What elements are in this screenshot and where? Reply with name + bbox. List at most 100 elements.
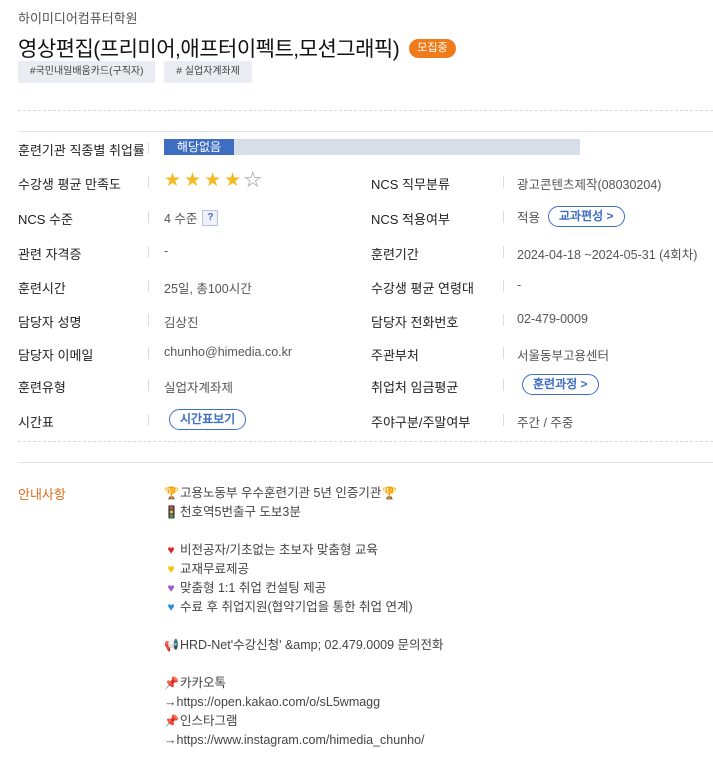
dept-label: 주관부처 bbox=[371, 348, 419, 363]
star-empty-icon: ★ bbox=[244, 170, 262, 191]
separator bbox=[503, 211, 504, 223]
age-label: 수강생 평균 연령대 bbox=[371, 281, 474, 296]
megaphone-icon: 📢 bbox=[164, 638, 179, 652]
period-label: 훈련기간 bbox=[371, 247, 419, 262]
employment-rate-bar: 해당없음 bbox=[164, 139, 580, 155]
star-filled-icon: ★ bbox=[184, 170, 202, 191]
star-filled-icon: ★ bbox=[164, 170, 182, 191]
hours-label: 훈련시간 bbox=[18, 281, 66, 296]
notice-line: →https://www.instagram.com/himedia_chunh… bbox=[164, 731, 444, 750]
daynight-value: 주간 / 주중 bbox=[517, 416, 574, 430]
status-badge: 모집중 bbox=[409, 38, 456, 58]
wage: 훈련과정 > bbox=[522, 374, 599, 395]
manager-label: 담당자 성명 bbox=[18, 315, 82, 330]
separator bbox=[503, 379, 504, 391]
notice-text: →https://www.instagram.com/himedia_chunh… bbox=[164, 733, 425, 747]
notice-line: 📢 HRD-Net'수강신청' &amp; 02.479.0009 문의전화 bbox=[164, 636, 444, 655]
ncs-level-value: 4 수준 bbox=[164, 212, 198, 226]
yellow-heart-icon: ♥ bbox=[167, 562, 175, 576]
phone-value: 02-479-0009 bbox=[517, 312, 588, 326]
blue-heart-icon: ♥ bbox=[167, 600, 175, 614]
divider bbox=[18, 110, 713, 111]
divider bbox=[18, 131, 713, 132]
ncs-level: 4 수준 ? bbox=[164, 208, 219, 227]
notice-text: 천호역5번출구 도보3분 bbox=[180, 505, 301, 519]
curriculum-button[interactable]: 교과편성 > bbox=[548, 206, 625, 227]
separator bbox=[503, 280, 504, 292]
type-label: 훈련유형 bbox=[18, 380, 66, 395]
notice-text: 수료 후 취업지원(협약기업을 통한 취업 연계) bbox=[180, 600, 413, 614]
course-button[interactable]: 훈련과정 > bbox=[522, 374, 599, 395]
purple-heart-icon: ♥ bbox=[167, 581, 175, 595]
tag-card: #국민내일배움카드(구직자) bbox=[18, 61, 156, 83]
ncs-category-value: 광고콘텐츠제작(08030204) bbox=[517, 178, 662, 192]
red-heart-icon: ♥ bbox=[167, 543, 175, 557]
trophy-icon: 🏆 bbox=[164, 486, 179, 500]
type-value: 실업자계좌제 bbox=[164, 381, 234, 395]
pushpin-icon: 📌 bbox=[164, 714, 179, 728]
hours-value: 25일, 총100시간 bbox=[164, 282, 252, 296]
notice-text: →https://open.kakao.com/o/sL5wmagg bbox=[164, 695, 381, 709]
notice-text: 교재무료제공 bbox=[180, 562, 250, 576]
separator bbox=[148, 379, 149, 391]
notice-text: 비전공자/기초없는 초보자 맞춤형 교육 bbox=[180, 543, 378, 557]
schedule-label: 시간표 bbox=[18, 415, 54, 430]
age-value: - bbox=[517, 278, 522, 292]
cert-label: 관련 자격증 bbox=[18, 247, 82, 262]
notice-line: ♥ 교재무료제공 bbox=[164, 560, 444, 579]
separator bbox=[503, 246, 504, 258]
notice-line: 🏆 고용노동부 우수훈련기관 5년 인증기관 🏆 bbox=[164, 484, 444, 503]
notice-text: 카카오톡 bbox=[180, 676, 227, 690]
period-value: 2024-04-18 ~2024-05-31 (4회차) bbox=[517, 248, 698, 262]
ncs-apply: 적용 교과편성 > bbox=[517, 206, 625, 227]
schedule-button[interactable]: 시간표보기 bbox=[169, 409, 247, 430]
notice-line: 📌 인스타그램 bbox=[164, 712, 444, 731]
course-title: 영상편집(프리미어,애프터이펙트,모션그래픽) bbox=[18, 38, 400, 61]
title-row: 영상편집(프리미어,애프터이펙트,모션그래픽) 모집중 bbox=[18, 33, 456, 63]
star-filled-icon: ★ bbox=[224, 170, 242, 191]
dept-value: 서울동부고용센터 bbox=[517, 349, 610, 363]
manager-value: 김상진 bbox=[164, 316, 199, 330]
separator bbox=[148, 246, 149, 258]
star-rating: ★ ★ ★ ★ ★ bbox=[164, 170, 262, 191]
satisfaction-label: 수강생 평균 만족도 bbox=[18, 177, 121, 192]
separator bbox=[148, 211, 149, 223]
notice-text: 맞춤형 1:1 취업 컨설팅 제공 bbox=[180, 581, 327, 595]
separator bbox=[148, 314, 149, 326]
notice-line: 📌 카카오톡 bbox=[164, 674, 444, 693]
separator bbox=[503, 347, 504, 359]
ncs-apply-label: NCS 적용여부 bbox=[371, 212, 450, 227]
separator bbox=[148, 142, 149, 154]
notice-line: ♥ 수료 후 취업지원(협약기업을 통한 취업 연계) bbox=[164, 598, 444, 617]
schedule: 시간표보기 bbox=[169, 409, 247, 430]
help-icon[interactable]: ? bbox=[202, 209, 219, 226]
separator bbox=[148, 414, 149, 426]
notice-spacer bbox=[164, 655, 444, 674]
notice-line: 🚦 천호역5번출구 도보3분 bbox=[164, 503, 444, 522]
phone-label: 담당자 전화번호 bbox=[371, 315, 459, 330]
separator bbox=[503, 414, 504, 426]
notice-text: 인스타그램 bbox=[180, 714, 238, 728]
tag-account: # 실업자계좌제 bbox=[164, 61, 252, 83]
divider bbox=[18, 462, 713, 463]
email-label: 담당자 이메일 bbox=[18, 348, 94, 363]
trophy-icon: 🏆 bbox=[382, 486, 398, 500]
notice-spacer bbox=[164, 617, 444, 636]
notice-line: ♥ 맞춤형 1:1 취업 컨설팅 제공 bbox=[164, 579, 444, 598]
divider bbox=[18, 441, 713, 442]
cert-value: - bbox=[164, 244, 169, 258]
notice-content: 🏆 고용노동부 우수훈련기관 5년 인증기관 🏆 🚦 천호역5번출구 도보3분 ♥ 비전공자… bbox=[164, 484, 444, 750]
satisfaction-rating: ★ ★ ★ ★ ★ bbox=[164, 170, 262, 191]
daynight-label: 주야구분/주말여부 bbox=[371, 415, 471, 430]
notice-line: ♥ 비전공자/기초없는 초보자 맞춤형 교육 bbox=[164, 541, 444, 560]
separator bbox=[503, 176, 504, 188]
employment-rate-label: 훈련기관 직종별 취업률 bbox=[18, 143, 145, 158]
ncs-apply-value: 적용 bbox=[517, 211, 541, 225]
notice-text: HRD-Net'수강신청' &amp; 02.479.0009 문의전화 bbox=[180, 638, 444, 652]
wage-label: 취업처 임금평균 bbox=[371, 380, 459, 395]
traffic-light-icon: 🚦 bbox=[164, 505, 179, 519]
employment-rate-value: 해당없음 bbox=[164, 139, 234, 155]
separator bbox=[148, 347, 149, 359]
notice-text: 고용노동부 우수훈련기관 5년 인증기관 bbox=[180, 486, 382, 500]
notice-label: 안내사항 bbox=[18, 487, 66, 502]
